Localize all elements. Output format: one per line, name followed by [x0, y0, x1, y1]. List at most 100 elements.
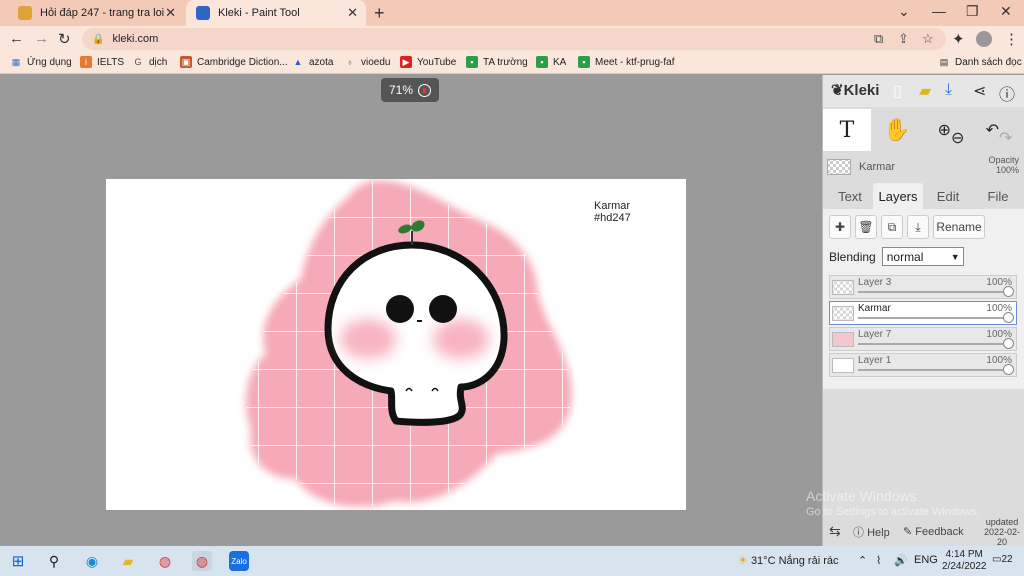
- layer-opacity-slider[interactable]: [858, 369, 1006, 371]
- blending-select[interactable]: normal ▼: [881, 247, 964, 266]
- bookmark-apps[interactable]: ▦ Ứng dụng: [10, 56, 72, 68]
- language-indicator[interactable]: ENG: [914, 554, 938, 566]
- slider-knob[interactable]: [1003, 286, 1014, 297]
- zoom-value: 71%: [389, 83, 414, 97]
- layer-thumbnail: [832, 306, 854, 321]
- bookmark-meet[interactable]: ▪ Meet - ktf-prug-faf: [578, 56, 674, 68]
- rename-layer-button[interactable]: Rename: [933, 215, 985, 239]
- window-close-icon[interactable]: ✕: [1000, 3, 1012, 20]
- show-hidden-icons[interactable]: ⌃: [858, 554, 867, 567]
- activate-windows-subtitle: Go to Settings to activate Windows.: [806, 506, 980, 518]
- ielts-icon: i: [80, 56, 92, 68]
- share-icon[interactable]: ⇪: [898, 31, 909, 47]
- bookmark-ka[interactable]: ▪ KA: [536, 56, 566, 68]
- slider-knob[interactable]: [1003, 364, 1014, 375]
- layer-item[interactable]: Layer 1 100%: [829, 353, 1017, 377]
- text-tool-button[interactable]: T: [823, 109, 871, 151]
- forward-icon[interactable]: →: [34, 30, 49, 47]
- hand-tool-button[interactable]: ✋: [873, 109, 921, 151]
- new-file-icon[interactable]: ▯: [893, 81, 902, 101]
- close-tab-icon[interactable]: ✕: [165, 5, 176, 21]
- rotation-knob-icon[interactable]: [418, 83, 432, 97]
- weather-widget[interactable]: ☀ 31°C Nắng rải rác: [738, 554, 839, 567]
- tab-hoidap[interactable]: Hỏi đáp 247 - trang tra loi ✕: [8, 0, 184, 26]
- network-icon[interactable]: ⌇: [876, 554, 881, 567]
- chrome-icon[interactable]: ◍: [155, 551, 175, 571]
- extensions-icon[interactable]: ✦: [952, 30, 965, 48]
- tab-kleki[interactable]: Kleki - Paint Tool ✕: [186, 0, 366, 26]
- undo-icon[interactable]: ↶: [986, 120, 999, 140]
- tab-layers[interactable]: Layers: [873, 183, 923, 209]
- zalo-icon[interactable]: Zalo: [229, 551, 249, 571]
- bookmark-cambridge[interactable]: ▣ Cambridge Diction...: [180, 56, 288, 68]
- reading-list[interactable]: ▤ Danh sách đọc: [938, 56, 1022, 68]
- profile-avatar[interactable]: [976, 31, 992, 47]
- help-link[interactable]: ⓘ Help: [853, 524, 890, 540]
- layer-item[interactable]: Layer 7 100%: [829, 327, 1017, 351]
- tab-text[interactable]: Text: [827, 183, 873, 209]
- canvas-workspace[interactable]: 71% Karmar #hd247: [0, 75, 822, 546]
- volume-icon[interactable]: 🔊: [894, 554, 908, 567]
- delete-layer-button[interactable]: 🗑: [855, 215, 877, 239]
- download-icon[interactable]: ⤓: [945, 81, 952, 99]
- translate-icon[interactable]: ⧉: [874, 31, 883, 47]
- layer-thumbnail: [832, 332, 854, 347]
- file-explorer-icon[interactable]: ▰: [118, 551, 138, 571]
- edge-icon[interactable]: ◉: [82, 551, 102, 571]
- open-folder-icon[interactable]: ▰: [919, 81, 931, 101]
- kleki-logo[interactable]: ❦Kleki: [831, 81, 879, 99]
- bookmark-ielts[interactable]: i IELTS: [80, 56, 124, 68]
- bookmark-dich[interactable]: Gdịch: [132, 56, 167, 68]
- current-layer-name: Karmar: [859, 161, 896, 173]
- reload-icon[interactable]: ↻: [58, 30, 71, 48]
- help-icon[interactable]: ⓘ: [999, 81, 1015, 105]
- notification-center[interactable]: ▭22: [992, 554, 1013, 565]
- swap-sides-icon[interactable]: ⇆: [829, 523, 841, 540]
- classroom-icon: ▪: [578, 56, 590, 68]
- close-tab-icon[interactable]: ✕: [347, 5, 358, 21]
- layer-item-selected[interactable]: Karmar 100%: [829, 301, 1017, 325]
- tab-edit[interactable]: Edit: [925, 183, 971, 209]
- bookmark-youtube[interactable]: ▶ YouTube: [400, 56, 456, 68]
- tab-search-chevron-icon[interactable]: ⌄: [898, 3, 910, 20]
- layer-opacity-slider[interactable]: [858, 291, 1006, 293]
- slider-knob[interactable]: [1003, 312, 1014, 323]
- restore-icon[interactable]: ❐: [966, 3, 979, 20]
- help-icon: ⓘ: [853, 526, 864, 539]
- bookmark-azota[interactable]: ▲ azota: [292, 56, 334, 68]
- minimize-icon[interactable]: —: [932, 3, 946, 19]
- redo-icon[interactable]: ↷: [999, 128, 1012, 148]
- bookmark-star-icon[interactable]: ☆: [922, 31, 934, 47]
- back-icon[interactable]: ←: [9, 30, 24, 47]
- kleki-side-panel: ❦Kleki ▯ ▰ ⤓ ⋖ ⓘ T ✋ ⊕ ⊖ ↶ ↷ Karmar Opacit…: [822, 75, 1024, 547]
- menu-kebab-icon[interactable]: ⋮: [1004, 30, 1019, 48]
- slider-knob[interactable]: [1003, 338, 1014, 349]
- windows-start-icon[interactable]: ⊞: [8, 551, 28, 571]
- new-tab-icon[interactable]: +: [374, 3, 385, 24]
- layer-opacity-slider[interactable]: [858, 343, 1006, 345]
- add-layer-button[interactable]: ✚: [829, 215, 851, 239]
- canvas-text-label: Karmar #hd247: [594, 200, 631, 224]
- bookmark-vioedu[interactable]: ♁ vioedu: [344, 56, 391, 68]
- search-icon[interactable]: ⚲: [44, 551, 64, 571]
- clock[interactable]: 4:14 PM 2/24/2022: [942, 549, 987, 573]
- merge-down-button[interactable]: ⤓: [907, 215, 929, 239]
- artwork: [246, 180, 572, 507]
- browser-tab-bar: Hỏi đáp 247 - trang tra loi ✕ Kleki - Pa…: [0, 0, 1024, 26]
- zoom-indicator[interactable]: 71%: [381, 78, 439, 102]
- duplicate-layer-button[interactable]: ⧉: [881, 215, 903, 239]
- zoom-in-icon[interactable]: ⊕: [938, 120, 951, 140]
- classroom-icon: ▪: [466, 56, 478, 68]
- zoom-out-icon[interactable]: ⊖: [951, 128, 964, 148]
- layer-item[interactable]: Layer 3 100%: [829, 275, 1017, 299]
- tab-file[interactable]: File: [973, 183, 1023, 209]
- undo-redo-buttons[interactable]: ↶ ↷: [975, 109, 1023, 151]
- bookmark-ta-truong[interactable]: ▪ TA trường: [466, 56, 528, 68]
- layer-opacity-slider[interactable]: [858, 317, 1006, 319]
- drawing-canvas[interactable]: Karmar #hd247: [106, 179, 686, 510]
- share-icon[interactable]: ⋖: [973, 81, 986, 101]
- chrome-active-icon[interactable]: ◍: [192, 551, 212, 571]
- feedback-link[interactable]: ✎ Feedback: [903, 525, 964, 538]
- zoom-buttons[interactable]: ⊕ ⊖: [927, 109, 975, 151]
- url-omnibox[interactable]: 🔒 kleki.com ⧉ ⇪ ☆: [82, 28, 946, 50]
